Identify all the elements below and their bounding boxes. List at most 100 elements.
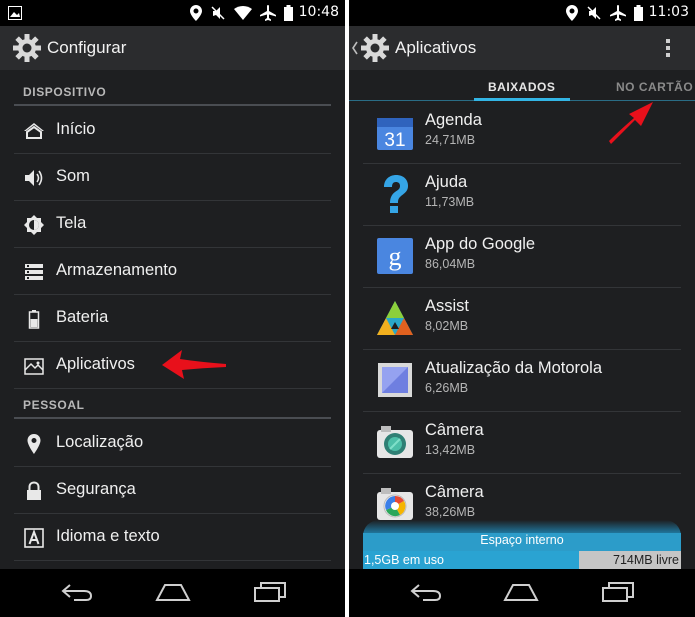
location-icon — [27, 434, 41, 454]
language-icon — [24, 528, 44, 548]
app-list-item[interactable]: Atualização da Motorola 6,26MB — [363, 350, 681, 412]
help-icon — [384, 175, 408, 213]
airplane-icon — [610, 5, 626, 21]
back-icon[interactable] — [409, 581, 443, 603]
apps-screen: 11:03 Aplicativos BAIXADOS NO CARTÃO 31 … — [349, 0, 695, 617]
annotation-arrow — [609, 102, 653, 144]
section-header-dispositivo: DISPOSITIVO — [23, 85, 107, 99]
back-chevron-icon[interactable] — [351, 40, 359, 56]
tab-no-cartao[interactable]: NO CARTÃO — [616, 80, 693, 94]
settings-item-label: Segurança — [56, 480, 136, 498]
settings-item-som[interactable]: Som — [14, 154, 331, 201]
app-size: 38,26MB — [425, 505, 476, 519]
camera-icon — [377, 426, 413, 458]
app-size: 6,26MB — [425, 381, 469, 395]
home-icon — [24, 123, 44, 139]
storage-title: Espaço interno — [363, 533, 681, 551]
storage-icon — [25, 264, 43, 280]
status-bar: 10:48 — [0, 0, 345, 26]
app-list-item[interactable]: Assist 8,02MB — [363, 288, 681, 350]
section-divider — [14, 104, 331, 106]
wifi-icon — [234, 6, 252, 20]
tab-active-indicator — [474, 98, 570, 101]
settings-item-localizacao[interactable]: Localização — [14, 420, 331, 467]
gallery-notification-icon — [8, 6, 22, 20]
settings-item-label: Tela — [56, 214, 87, 232]
settings-gear-icon[interactable] — [12, 33, 42, 63]
section-divider — [14, 417, 331, 419]
settings-gear-icon[interactable] — [360, 33, 390, 63]
app-name: Agenda — [425, 111, 482, 129]
page-title: Configurar — [47, 38, 127, 57]
home-nav-icon[interactable] — [503, 581, 539, 603]
settings-item-label: Aplicativos — [56, 355, 135, 373]
app-list-item[interactable]: Ajuda 11,73MB — [363, 164, 681, 226]
settings-item-label: Localização — [56, 433, 144, 451]
app-name: Assist — [425, 297, 470, 315]
back-icon[interactable] — [60, 581, 94, 603]
settings-item-idioma[interactable]: Idioma e texto — [14, 514, 331, 561]
battery-status-icon — [284, 5, 293, 21]
settings-screen: 10:48 Configurar DISPOSITIVO Início Som — [0, 0, 345, 617]
settings-item-armazenamento[interactable]: Armazenamento — [14, 248, 331, 295]
app-name: Ajuda — [425, 173, 468, 191]
settings-item-tela[interactable]: Tela — [14, 201, 331, 248]
app-size: 86,04MB — [425, 257, 476, 271]
app-size: 11,73MB — [425, 195, 475, 209]
location-status-icon — [190, 5, 202, 21]
battery-status-icon — [634, 5, 643, 21]
navigation-bar — [0, 569, 345, 617]
recent-apps-icon[interactable] — [253, 581, 287, 603]
calendar-day: 31 — [384, 130, 405, 151]
app-list-item[interactable]: g App do Google 86,04MB — [363, 226, 681, 288]
overflow-menu-icon[interactable] — [665, 38, 671, 58]
app-size: 24,71MB — [425, 133, 476, 147]
app-name: App do Google — [425, 235, 536, 253]
settings-item-label: Início — [56, 120, 96, 138]
section-header-pessoal: PESSOAL — [23, 398, 85, 412]
storage-used-text: 1,5GB em uso — [364, 553, 444, 567]
page-title: Aplicativos — [395, 38, 477, 57]
airplane-icon — [260, 5, 276, 21]
action-bar: Configurar — [0, 26, 345, 70]
annotation-arrow — [162, 350, 226, 379]
mute-icon — [587, 6, 601, 20]
battery-icon — [28, 310, 40, 329]
volume-icon — [25, 170, 43, 186]
camera-icon — [377, 488, 413, 520]
motorola-update-icon — [378, 363, 412, 397]
settings-item-label: Som — [56, 167, 90, 185]
app-name: Câmera — [425, 483, 484, 501]
calendar-icon: 31 — [377, 118, 413, 151]
google-icon: g — [377, 238, 413, 274]
app-size: 13,42MB — [425, 443, 476, 457]
settings-item-label: Armazenamento — [56, 261, 178, 279]
storage-usage-bar: 1,5GB em uso 714MB livre — [363, 551, 681, 569]
settings-item-inicio[interactable]: Início — [14, 107, 331, 154]
brightness-icon — [24, 215, 44, 235]
tab-bar: BAIXADOS NO CARTÃO — [349, 70, 695, 102]
navigation-bar — [349, 569, 695, 617]
location-status-icon — [566, 5, 578, 21]
status-bar: 11:03 — [349, 0, 695, 26]
recent-apps-icon[interactable] — [601, 581, 635, 603]
settings-item-seguranca[interactable]: Segurança — [14, 467, 331, 514]
settings-item-bateria[interactable]: Bateria — [14, 295, 331, 342]
assist-icon — [377, 301, 413, 335]
settings-item-label: Idioma e texto — [56, 527, 160, 545]
mute-icon — [211, 6, 225, 20]
status-time: 10:48 — [298, 4, 339, 20]
app-name: Atualização da Motorola — [425, 359, 603, 377]
storage-free-text: 714MB livre — [613, 553, 679, 567]
action-bar: Aplicativos — [349, 26, 695, 70]
lock-icon — [27, 481, 41, 500]
settings-item-label: Bateria — [56, 308, 109, 326]
app-list-item[interactable]: Câmera 13,42MB — [363, 412, 681, 474]
tab-baixados[interactable]: BAIXADOS — [488, 80, 555, 94]
status-time: 11:03 — [648, 4, 689, 20]
svg-text:g: g — [389, 242, 402, 271]
app-name: Câmera — [425, 421, 484, 439]
app-size: 8,02MB — [425, 319, 469, 333]
apps-icon — [24, 358, 44, 375]
home-nav-icon[interactable] — [155, 581, 191, 603]
